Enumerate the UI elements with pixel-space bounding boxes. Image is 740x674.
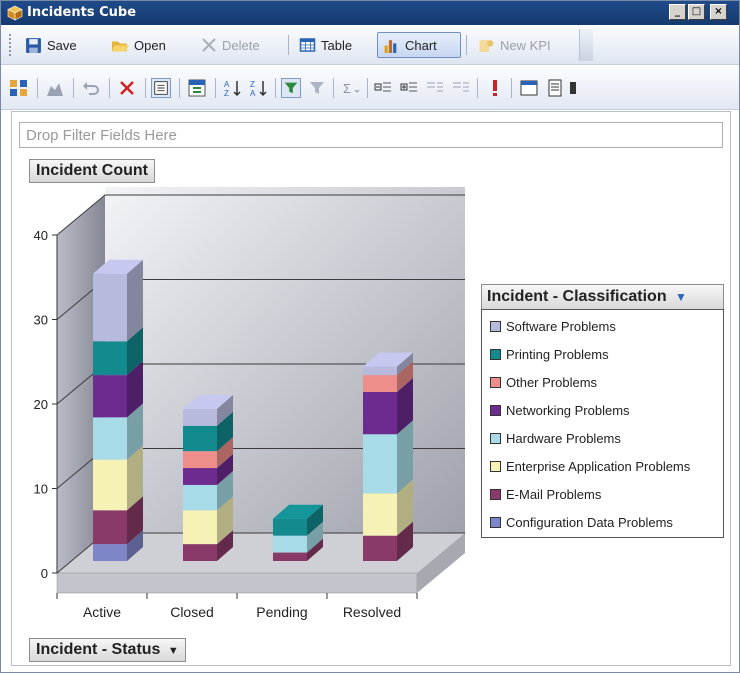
- bar-segment: [363, 434, 397, 494]
- y-tick-label: 40: [34, 228, 48, 243]
- legend-label: Networking Problems: [506, 402, 630, 418]
- bar-segment: [183, 510, 217, 545]
- bar-segment: [363, 392, 397, 435]
- bar-segment: [273, 518, 307, 536]
- legend-swatch: [490, 320, 501, 332]
- bar-segment: [93, 375, 127, 418]
- legend-swatch: [490, 348, 501, 360]
- legend-label: Software Problems: [506, 318, 616, 334]
- bar-segment: [363, 366, 397, 376]
- bar-segment: [363, 535, 397, 561]
- legend-swatch: [490, 460, 501, 472]
- bar-segment: [363, 493, 397, 536]
- incidents-cube-window: Incidents Cube _ □ × Save Open Delete Ta…: [0, 0, 740, 673]
- status-field-button[interactable]: Incident - Status ▼: [29, 638, 186, 662]
- legend-item: E-Mail Problems: [490, 486, 601, 502]
- legend-item: Hardware Problems: [490, 430, 621, 446]
- legend-swatch: [490, 432, 501, 444]
- status-field-label: Incident - Status: [36, 641, 161, 658]
- dropdown-arrow-icon: ▼: [167, 645, 179, 657]
- legend-label: Hardware Problems: [506, 430, 621, 446]
- chart-legend: Software Problems Printing Problems Other …: [481, 309, 724, 538]
- legend-label: Other Problems: [506, 374, 598, 390]
- legend-item: Printing Problems: [490, 346, 609, 362]
- dropdown-arrow-icon: ▼: [675, 290, 687, 304]
- bar-segment: [183, 544, 217, 561]
- bar-segment: [273, 535, 307, 553]
- bar-segment: [93, 510, 127, 545]
- y-tick-label: 0: [41, 566, 48, 581]
- bar-segment: [273, 552, 307, 561]
- bar-segment: [93, 544, 127, 561]
- bar-segment: [183, 468, 217, 485]
- x-tick-label: Active: [83, 604, 121, 620]
- legend-item: Software Problems: [490, 318, 616, 334]
- legend-swatch: [490, 516, 501, 528]
- legend-swatch: [490, 376, 501, 388]
- bar-segment: [93, 417, 127, 460]
- bar-segment: [183, 425, 217, 452]
- bar-segment: [93, 273, 127, 342]
- chart-floor-edge: [56, 572, 418, 594]
- y-tick-label: 10: [34, 482, 48, 497]
- x-tick-label: Closed: [170, 604, 214, 620]
- legend-label: Enterprise Application Problems: [506, 458, 691, 474]
- legend-field-button[interactable]: Incident - Classification ▼: [481, 284, 724, 310]
- legend-label: Printing Problems: [506, 346, 609, 362]
- y-tick-label: 20: [34, 397, 48, 412]
- legend-item: Networking Problems: [490, 402, 630, 418]
- x-tick-label: Pending: [256, 604, 307, 620]
- bar-segment-side: [127, 259, 143, 342]
- legend-title: Incident - Classification: [487, 288, 667, 305]
- bar-segment: [93, 341, 127, 376]
- bar-segment: [183, 484, 217, 511]
- legend-item: Enterprise Application Problems: [490, 458, 690, 474]
- x-tick-label: Resolved: [343, 604, 401, 620]
- legend-swatch: [490, 404, 501, 416]
- legend-item: Configuration Data Problems: [490, 514, 673, 530]
- bar-segment: [363, 375, 397, 392]
- legend-swatch: [490, 488, 501, 500]
- legend-item: Other Problems: [490, 374, 597, 390]
- bar-segment: [93, 459, 127, 511]
- legend-label: Configuration Data Problems: [506, 514, 673, 530]
- y-tick-label: 30: [34, 313, 48, 328]
- bar-segment: [183, 408, 217, 426]
- legend-label: E-Mail Problems: [506, 486, 602, 502]
- bar-segment: [183, 451, 217, 469]
